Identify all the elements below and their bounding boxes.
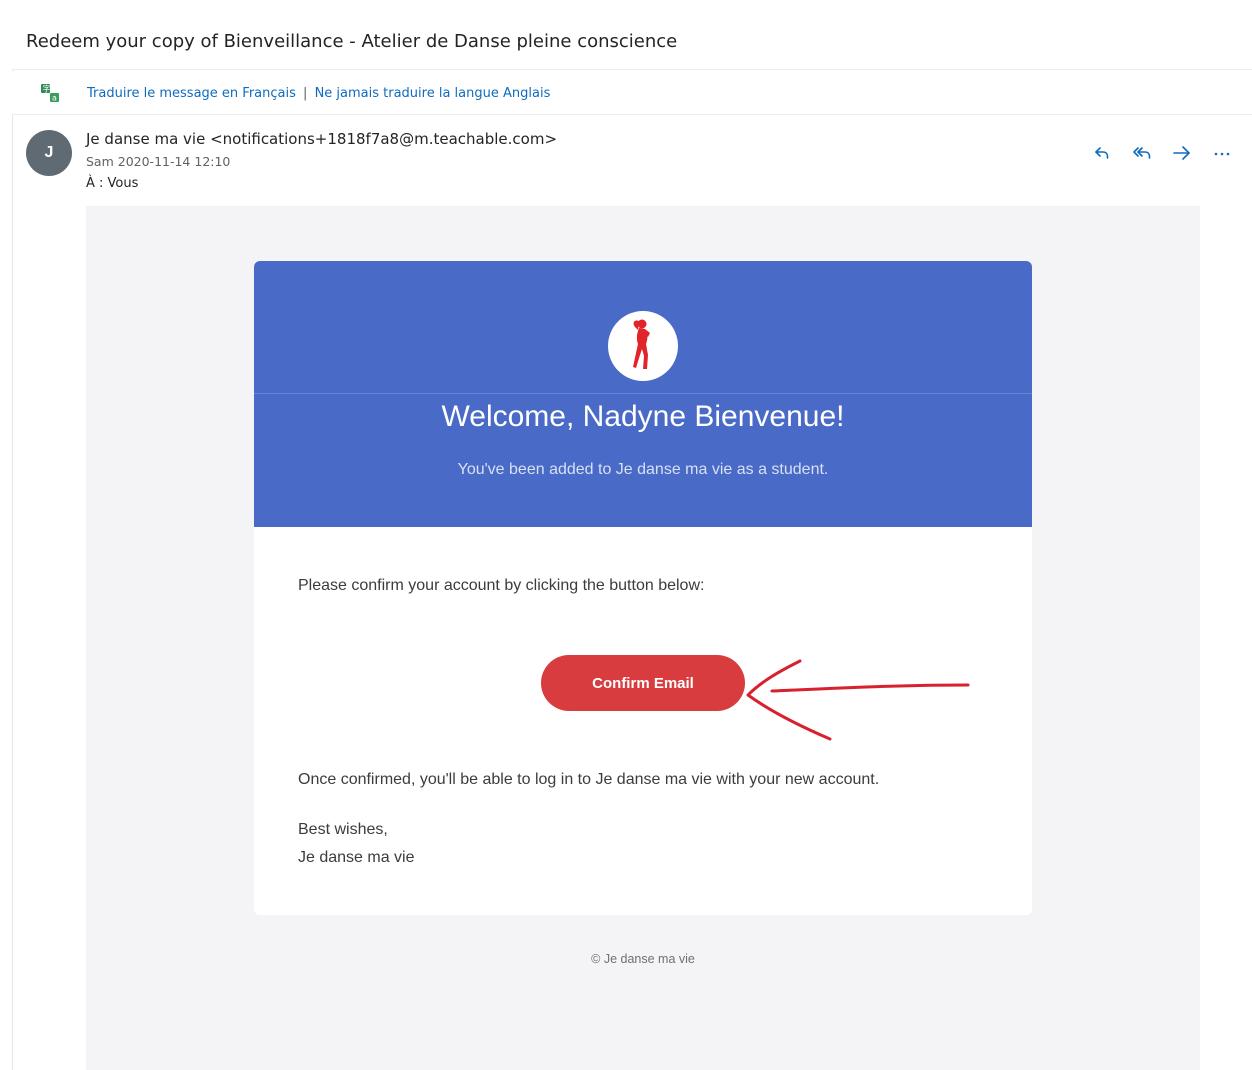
translate-message-link[interactable]: Traduire le message en Français bbox=[87, 86, 296, 101]
red-arrow-annotation bbox=[746, 659, 970, 741]
signature: Je danse ma vie bbox=[298, 849, 415, 866]
to-label: À : bbox=[86, 176, 104, 191]
once-confirmed-text: Once confirmed, you'll be able to log in… bbox=[298, 771, 880, 788]
reply-all-button[interactable] bbox=[1128, 140, 1156, 166]
confirm-email-button[interactable]: Confirm Email bbox=[541, 655, 745, 711]
more-icon bbox=[1214, 152, 1230, 156]
dancer-logo-icon bbox=[633, 319, 650, 369]
welcome-heading: Welcome, Nadyne Bienvenue! bbox=[441, 400, 845, 433]
translate-icon: 字 a bbox=[41, 84, 59, 103]
subject-bar: Redeem your copy of Bienveillance - Atel… bbox=[12, 10, 1252, 70]
more-actions-button[interactable] bbox=[1208, 140, 1236, 166]
never-translate-link[interactable]: Ne jamais traduire la langue Anglais bbox=[315, 86, 551, 101]
message-actions bbox=[1088, 140, 1236, 166]
message-body: Welcome, Nadyne Bienvenue! You've been a… bbox=[86, 206, 1200, 1070]
added-subtitle: You've been added to Je danse ma vie as … bbox=[457, 461, 829, 478]
footer-copyright: © Je danse ma vie bbox=[591, 952, 695, 966]
reading-pane-border bbox=[12, 70, 13, 1070]
svg-text:a: a bbox=[52, 94, 57, 103]
sender-address[interactable]: Je danse ma vie <notifications+1818f7a8@… bbox=[86, 130, 557, 148]
translate-bar: 字 a Traduire le message en Français | Ne… bbox=[12, 71, 1252, 115]
sent-date: Sam 2020-11-14 12:10 bbox=[86, 154, 231, 169]
reply-icon bbox=[1095, 147, 1109, 159]
email-subject: Redeem your copy of Bienveillance - Atel… bbox=[26, 31, 678, 52]
translate-separator: | bbox=[303, 86, 308, 101]
to-value[interactable]: Vous bbox=[108, 176, 139, 191]
best-wishes: Best wishes, bbox=[298, 821, 388, 838]
svg-text:字: 字 bbox=[43, 84, 51, 94]
forward-button[interactable] bbox=[1168, 140, 1196, 166]
sender-header: J Je danse ma vie <notifications+1818f7a… bbox=[0, 116, 1252, 206]
welcome-banner: Welcome, Nadyne Bienvenue! You've been a… bbox=[254, 261, 1032, 527]
reply-all-icon bbox=[1133, 147, 1151, 159]
dancer-logo bbox=[608, 311, 678, 381]
avatar[interactable]: J bbox=[26, 130, 72, 176]
message-card: Welcome, Nadyne Bienvenue! You've been a… bbox=[254, 261, 1032, 915]
confirm-prompt: Please confirm your account by clicking … bbox=[298, 577, 705, 594]
banner-divider bbox=[254, 393, 1032, 394]
recipient-line: À : Vous bbox=[86, 176, 138, 191]
translate-links: Traduire le message en Français | Ne jam… bbox=[87, 86, 550, 101]
forward-icon bbox=[1173, 146, 1190, 160]
reply-button[interactable] bbox=[1088, 140, 1116, 166]
